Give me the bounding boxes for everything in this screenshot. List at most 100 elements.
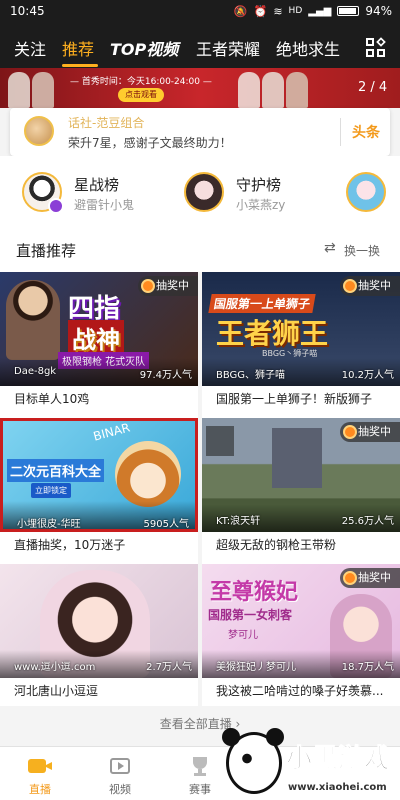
live-title: 目标单人10鸡: [14, 392, 90, 406]
live-title: 直播抽奖，10万迷子: [14, 538, 126, 552]
banner-text: — 首秀时间：今天16:00-24:00 —: [70, 77, 212, 87]
streamer-photo: [6, 280, 60, 360]
refresh-icon[interactable]: ⇄: [324, 240, 336, 256]
tab-label: 直播: [29, 783, 51, 796]
streamer-name: Dae-8gk: [14, 366, 57, 377]
thumb-overlay-button: 立即锁定: [31, 483, 71, 498]
avatar: [346, 172, 386, 212]
headline-tag: 头条: [352, 125, 380, 141]
top-nav: 关注 推荐 TOP视频 王者荣耀 绝地求生: [0, 24, 400, 68]
popularity: 25.6万人气: [341, 516, 394, 527]
live-thumbnail: BINAR 二次元百科大全 立即锁定 小埋很皮-华旺 5905人气: [0, 418, 198, 532]
banner-figure: [32, 72, 54, 108]
thumb-overlay-title: 王者狮王: [216, 317, 329, 350]
live-camera-icon: [28, 755, 52, 777]
divider: [340, 118, 341, 146]
banner-watch-button[interactable]: 点击观看: [118, 88, 164, 102]
network-type: HD: [288, 6, 303, 16]
streamer-name: 小埋很皮-华旺: [17, 519, 81, 530]
live-card[interactable]: 至尊猴妃 国服第一女刺客 梦可儿 美猴狂妃丿梦可儿 18.7万人气 抽奖中 我这…: [202, 564, 400, 710]
status-time: 10:45: [10, 4, 45, 18]
tab-honor-of-kings[interactable]: 王者荣耀: [196, 36, 260, 60]
live-title: 我这被二哈啃过的嗓子好羡慕...: [216, 684, 384, 698]
lottery-icon: [141, 279, 155, 293]
xiaohei-watermark-logo: 小黑游戏 www.xiaohei.com: [220, 728, 398, 800]
tab-pubg[interactable]: 绝地求生: [276, 36, 340, 60]
live-card[interactable]: 国服第一上单狮子 王者狮王 BBGG丶狮子喵 BBGG、狮子喵 10.2万人气 …: [202, 272, 400, 418]
live-title: 超级无敌的钢枪王带粉: [216, 538, 337, 552]
popularity: 10.2万人气: [341, 370, 394, 381]
section-header: 直播推荐 ⇄ 换一换: [0, 226, 400, 272]
banner-pager: 2 / 4: [358, 80, 388, 95]
rank-row: 星战榜 避雷针小鬼 守护榜 小菜燕zy: [0, 156, 400, 226]
category-grid-icon[interactable]: [366, 37, 386, 58]
thumb-overlay-title: 国服第一上单狮子: [208, 294, 316, 313]
panda-ear-icon: [222, 728, 240, 746]
tab-recommend[interactable]: 推荐: [62, 36, 94, 60]
refresh-button[interactable]: 换一换: [344, 242, 380, 259]
character-art: [115, 441, 181, 507]
section-title: 直播推荐: [16, 242, 77, 260]
lottery-icon: [343, 425, 357, 439]
game-building: [272, 428, 322, 488]
tab-video[interactable]: 视频: [80, 747, 160, 800]
thumb-overlay-subtitle: 国服第一女刺客: [208, 608, 293, 622]
live-title: 国服第一上单狮子！新版狮子: [216, 392, 373, 406]
watermark-url: www.xiaohei.com: [288, 782, 387, 793]
live-card[interactable]: KT:浪天轩 25.6万人气 抽奖中 超级无敌的钢枪王带粉: [202, 418, 400, 564]
banner-figure: [8, 72, 30, 108]
tab-top-video[interactable]: TOP视频: [110, 36, 178, 60]
popularity: 18.7万人气: [341, 662, 394, 673]
lottery-label: 抽奖中: [358, 279, 391, 292]
lottery-label: 抽奖中: [156, 279, 189, 292]
panda-ear-icon: [266, 728, 284, 746]
status-icons: 🔕 ⏰ ≋ HD ▂▄▆ 94%: [234, 4, 392, 18]
lottery-icon: [343, 279, 357, 293]
lottery-badge: 抽奖中: [340, 568, 400, 588]
promo-banner[interactable]: — 首秀时间：今天16:00-24:00 — 点击观看 2 / 4: [0, 68, 400, 108]
rank-subtitle: 小菜燕zy: [236, 198, 286, 212]
thumb-overlay-title: 至尊猴妃: [210, 580, 299, 605]
tab-follow[interactable]: 关注: [14, 36, 46, 60]
rank-title: 守护榜: [236, 176, 282, 194]
banner-figure: [238, 72, 260, 108]
tab-label: 视频: [109, 783, 131, 796]
avatar: [24, 116, 54, 146]
tab-live[interactable]: 直播: [0, 747, 80, 800]
game-minimap: [206, 426, 234, 456]
lottery-badge: 抽奖中: [340, 422, 400, 442]
live-card[interactable]: www.逗小逗.com 2.7万人气 河北唐山小逗逗: [0, 564, 198, 710]
active-tab-indicator: [62, 64, 98, 67]
thumb-overlay-subtitle: BINAR: [91, 420, 132, 444]
lottery-label: 抽奖中: [358, 425, 391, 438]
live-card[interactable]: 四指 战神 极限钢枪 花式灭队 Dae-8gk 97.4万人气 抽奖中 目标单人…: [0, 272, 198, 418]
watermark-brand: 小黑游戏: [285, 744, 391, 775]
lottery-icon: [343, 571, 357, 585]
thumb-overlay-title: 战神: [68, 320, 124, 355]
battery-icon: [337, 6, 360, 16]
streamer-name: 美猴狂妃丿梦可儿: [216, 662, 296, 673]
popularity: 97.4万人气: [139, 370, 192, 381]
thumb-overlay-title: 二次元百科大全: [7, 459, 105, 482]
popularity: 5905人气: [143, 519, 189, 530]
rank-subtitle: 避雷针小鬼: [74, 198, 135, 212]
lottery-label: 抽奖中: [358, 571, 391, 584]
trophy-icon: [188, 755, 212, 777]
banner-figure: [262, 72, 284, 108]
popularity: 2.7万人气: [146, 662, 192, 673]
headline-notice[interactable]: 话社-范豆组合 荣升7星，感谢子文最终助力！ 头条: [10, 108, 390, 156]
banner-figure: [286, 72, 308, 108]
live-title: 河北唐山小逗逗: [14, 684, 99, 698]
mute-icon: 🔕: [233, 4, 248, 18]
live-thumbnail: www.逗小逗.com 2.7万人气: [0, 564, 198, 678]
live-card[interactable]: BINAR 二次元百科大全 立即锁定 小埋很皮-华旺 5905人气 直播抽奖，1…: [0, 418, 198, 564]
avatar: [184, 172, 224, 212]
thumb-overlay-subtitle: 梦可儿: [228, 630, 258, 641]
video-icon: [108, 755, 132, 777]
streamer-name: www.逗小逗.com: [14, 662, 96, 673]
notice-message: 荣升7星，感谢子文最终助力！: [68, 136, 232, 150]
battery-level: 94%: [365, 4, 392, 18]
badge-icon: [48, 198, 64, 214]
streamer-name: KT:浪天轩: [216, 516, 261, 527]
rank-title: 星战榜: [74, 176, 120, 194]
